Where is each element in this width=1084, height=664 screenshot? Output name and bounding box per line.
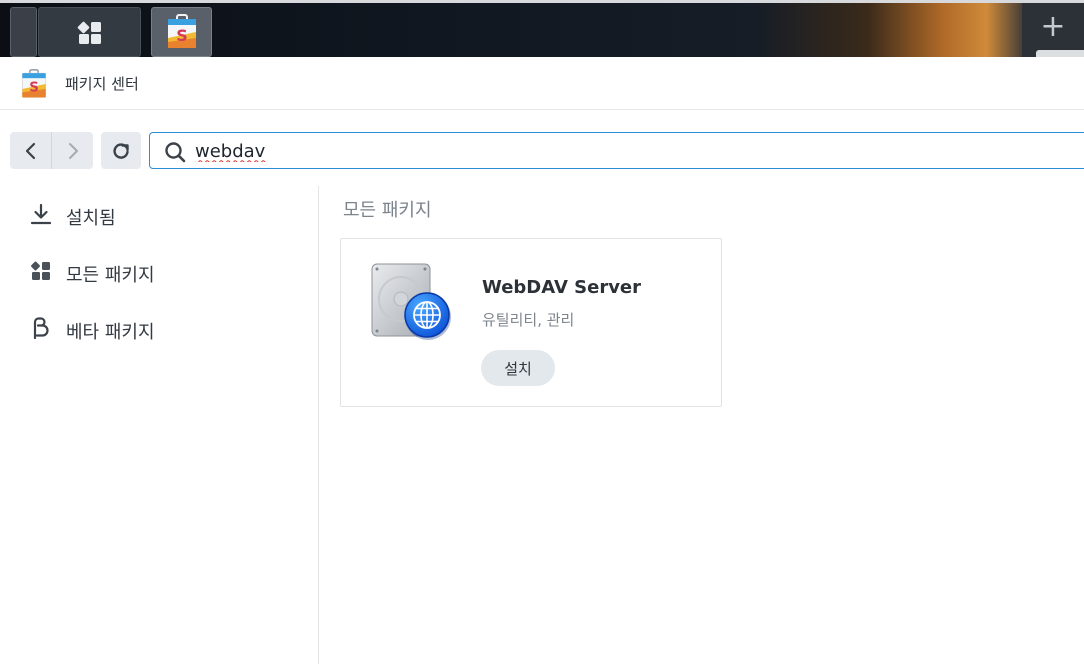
package-center-icon: S xyxy=(167,14,196,48)
plus-icon: + xyxy=(1040,9,1066,44)
search-icon xyxy=(165,142,186,163)
taskbar-left-stub[interactable] xyxy=(10,7,37,57)
package-center-icon: S xyxy=(21,69,47,98)
window-title: 패키지 센터 xyxy=(65,75,139,93)
back-button[interactable] xyxy=(10,132,51,169)
webdav-server-icon xyxy=(371,263,451,340)
window-titlebar: S 패키지 센터 xyxy=(0,57,1084,110)
refresh-icon xyxy=(113,142,129,159)
svg-text:S: S xyxy=(29,81,39,96)
svg-text:S: S xyxy=(176,26,188,45)
section-title: 모든 패키지 xyxy=(343,200,432,221)
package-card[interactable]: WebDAV Server 유틸리티, 관리 설치 xyxy=(340,238,722,407)
sidebar-item-installed[interactable]: 설치됨 xyxy=(0,190,318,236)
add-widget-button[interactable]: + xyxy=(1022,3,1084,57)
sidebar-item-label: 모든 패키지 xyxy=(66,265,155,286)
grid-apps-icon xyxy=(77,21,101,44)
main-menu-button[interactable] xyxy=(38,7,141,57)
chevron-right-icon xyxy=(68,142,78,159)
chevron-left-icon xyxy=(25,142,35,159)
sidebar-item-beta-packages[interactable]: 베타 패키지 xyxy=(0,304,318,350)
install-button[interactable]: 설치 xyxy=(481,350,555,386)
main-content: 모든 패키지 WebDAV Server 유틸리티, 관리 설치 xyxy=(320,186,1084,664)
package-category: 유틸리티, 관리 xyxy=(482,311,575,329)
sidebar-item-all-packages[interactable]: 모든 패키지 xyxy=(0,247,318,293)
search-box[interactable] xyxy=(149,132,1084,169)
sidebar-item-label: 설치됨 xyxy=(66,208,116,229)
sidebar: 설치됨 모든 패키지 베타 패키지 xyxy=(0,186,319,664)
grid-apps-icon xyxy=(29,260,53,282)
package-name: WebDAV Server xyxy=(482,277,642,298)
forward-button[interactable] xyxy=(51,132,93,169)
taskbar-package-center-button[interactable]: S xyxy=(151,7,212,57)
toolbar xyxy=(0,110,1084,186)
sidebar-item-label: 베타 패키지 xyxy=(66,322,155,343)
refresh-button[interactable] xyxy=(101,132,141,169)
taskbar: S + xyxy=(0,0,1084,60)
download-icon xyxy=(29,203,53,225)
nav-button-group xyxy=(10,132,93,169)
search-input[interactable] xyxy=(195,139,995,163)
beta-icon xyxy=(29,317,53,339)
